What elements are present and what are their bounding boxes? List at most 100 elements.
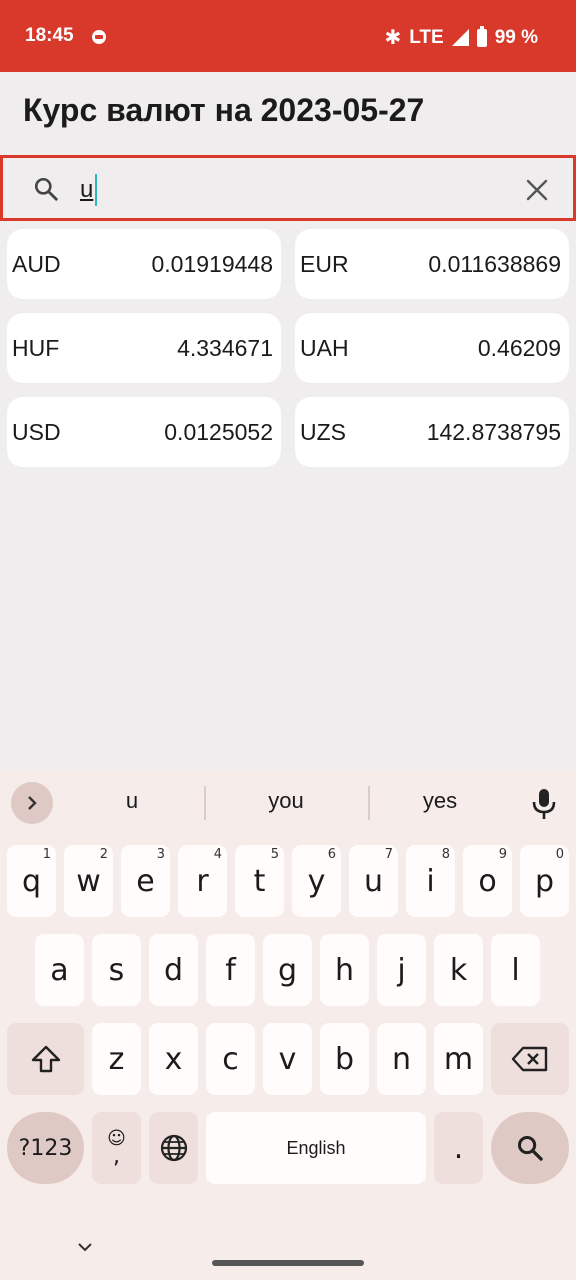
currency-code: AUD xyxy=(12,250,61,277)
period-key[interactable]: . xyxy=(434,1112,483,1184)
key-h[interactable]: h xyxy=(320,934,369,1006)
key-hint: 0 xyxy=(555,847,564,862)
currency-code: UAH xyxy=(300,334,349,361)
space-key[interactable]: English xyxy=(206,1112,426,1184)
hide-keyboard-chevron-icon[interactable] xyxy=(76,1238,94,1256)
key-hint: 5 xyxy=(270,847,279,862)
backspace-key[interactable] xyxy=(491,1023,569,1095)
soft-keyboard: u you yes q1 w2 e3 r4 t5 y6 u7 i8 o9 p0 … xyxy=(0,770,576,1280)
home-indicator[interactable] xyxy=(212,1260,364,1266)
network-type: LTE xyxy=(409,26,444,48)
key-label: q xyxy=(21,863,42,899)
rate-card[interactable]: UZS 142.8738795 xyxy=(295,397,569,467)
signal-icon xyxy=(451,29,469,46)
key-y[interactable]: y6 xyxy=(292,845,341,917)
key-l[interactable]: l xyxy=(491,934,540,1006)
backspace-icon xyxy=(511,1046,548,1072)
key-i[interactable]: i8 xyxy=(406,845,455,917)
key-d[interactable]: d xyxy=(149,934,198,1006)
key-u[interactable]: u7 xyxy=(349,845,398,917)
currency-rate: 142.8738795 xyxy=(426,418,561,445)
language-key[interactable] xyxy=(149,1112,198,1184)
suggestion-1[interactable]: u xyxy=(57,788,207,814)
text-cursor xyxy=(95,174,97,206)
currency-code: UZS xyxy=(300,418,346,445)
emoji-comma-key[interactable]: ☺ , xyxy=(92,1112,141,1184)
key-r[interactable]: r4 xyxy=(178,845,227,917)
key-hint: 9 xyxy=(498,847,507,862)
key-label: t xyxy=(253,863,266,899)
key-label: i xyxy=(426,863,435,899)
suggestion-3[interactable]: yes xyxy=(365,788,515,814)
close-icon[interactable] xyxy=(525,178,549,202)
key-j[interactable]: j xyxy=(377,934,426,1006)
key-w[interactable]: w2 xyxy=(64,845,113,917)
key-hint: 7 xyxy=(384,847,393,862)
key-label: e xyxy=(136,863,155,899)
page-title: Курс валют на 2023-05-27 xyxy=(23,92,425,128)
battery-percent: 99 % xyxy=(494,26,538,48)
search-action-key[interactable] xyxy=(491,1112,569,1184)
key-hint: 3 xyxy=(156,847,165,862)
key-f[interactable]: f xyxy=(206,934,255,1006)
rate-card[interactable]: HUF 4.334671 xyxy=(7,313,281,383)
bluetooth-icon: ✱ xyxy=(384,27,402,49)
key-hint: 2 xyxy=(99,847,108,862)
search-icon xyxy=(34,177,58,201)
key-q[interactable]: q1 xyxy=(7,845,56,917)
rate-card[interactable]: UAH 0.46209 xyxy=(295,313,569,383)
currency-rate: 0.0125052 xyxy=(164,418,273,445)
key-t[interactable]: t5 xyxy=(235,845,284,917)
key-hint: 6 xyxy=(327,847,336,862)
key-label: , xyxy=(113,1144,120,1169)
key-label: w xyxy=(76,863,101,899)
currency-rate: 0.011638869 xyxy=(428,250,561,277)
key-label: p xyxy=(534,863,555,899)
rate-card[interactable]: USD 0.0125052 xyxy=(7,397,281,467)
key-label: o xyxy=(478,863,497,899)
currency-rate: 0.46209 xyxy=(477,334,561,361)
search-input[interactable] xyxy=(80,172,500,208)
suggestion-2[interactable]: you xyxy=(211,788,361,814)
shift-icon xyxy=(31,1045,60,1073)
key-c[interactable]: c xyxy=(206,1023,255,1095)
currency-code: HUF xyxy=(12,334,60,361)
keyboard-expand-button[interactable] xyxy=(11,782,53,824)
key-s[interactable]: s xyxy=(92,934,141,1006)
search-icon xyxy=(517,1135,543,1161)
globe-icon xyxy=(160,1134,187,1162)
currency-rate: 0.01919448 xyxy=(151,250,273,277)
key-a[interactable]: a xyxy=(35,934,84,1006)
search-bar[interactable] xyxy=(0,155,576,221)
currency-rate: 4.334671 xyxy=(177,334,273,361)
key-label: y xyxy=(307,863,326,899)
rate-card[interactable]: EUR 0.011638869 xyxy=(295,229,569,299)
key-hint: 4 xyxy=(213,847,222,862)
status-bar: 18:45 ✱ LTE 99 % xyxy=(0,0,576,72)
rate-card[interactable]: AUD 0.01919448 xyxy=(7,229,281,299)
key-e[interactable]: e3 xyxy=(121,845,170,917)
key-label: r xyxy=(196,863,209,899)
key-k[interactable]: k xyxy=(434,934,483,1006)
currency-code: EUR xyxy=(300,250,349,277)
currency-code: USD xyxy=(12,418,61,445)
key-n[interactable]: n xyxy=(377,1023,426,1095)
key-x[interactable]: x xyxy=(149,1023,198,1095)
key-b[interactable]: b xyxy=(320,1023,369,1095)
key-hint: 1 xyxy=(42,847,51,862)
status-right: ✱ LTE 99 % xyxy=(384,25,538,50)
key-z[interactable]: z xyxy=(92,1023,141,1095)
key-g[interactable]: g xyxy=(263,934,312,1006)
rates-grid: AUD 0.01919448 EUR 0.011638869 HUF 4.334671… xyxy=(7,229,569,467)
key-p[interactable]: p0 xyxy=(520,845,569,917)
key-m[interactable]: m xyxy=(434,1023,483,1095)
microphone-icon[interactable] xyxy=(530,788,558,820)
symbols-key[interactable]: ?123 xyxy=(7,1112,84,1184)
key-v[interactable]: v xyxy=(263,1023,312,1095)
battery-icon xyxy=(476,25,487,47)
suggestion-strip: u you yes xyxy=(0,770,576,836)
shift-key[interactable] xyxy=(7,1023,84,1095)
key-o[interactable]: o9 xyxy=(463,845,512,917)
app-notification-icon xyxy=(92,30,106,44)
status-time: 18:45 xyxy=(25,25,74,46)
